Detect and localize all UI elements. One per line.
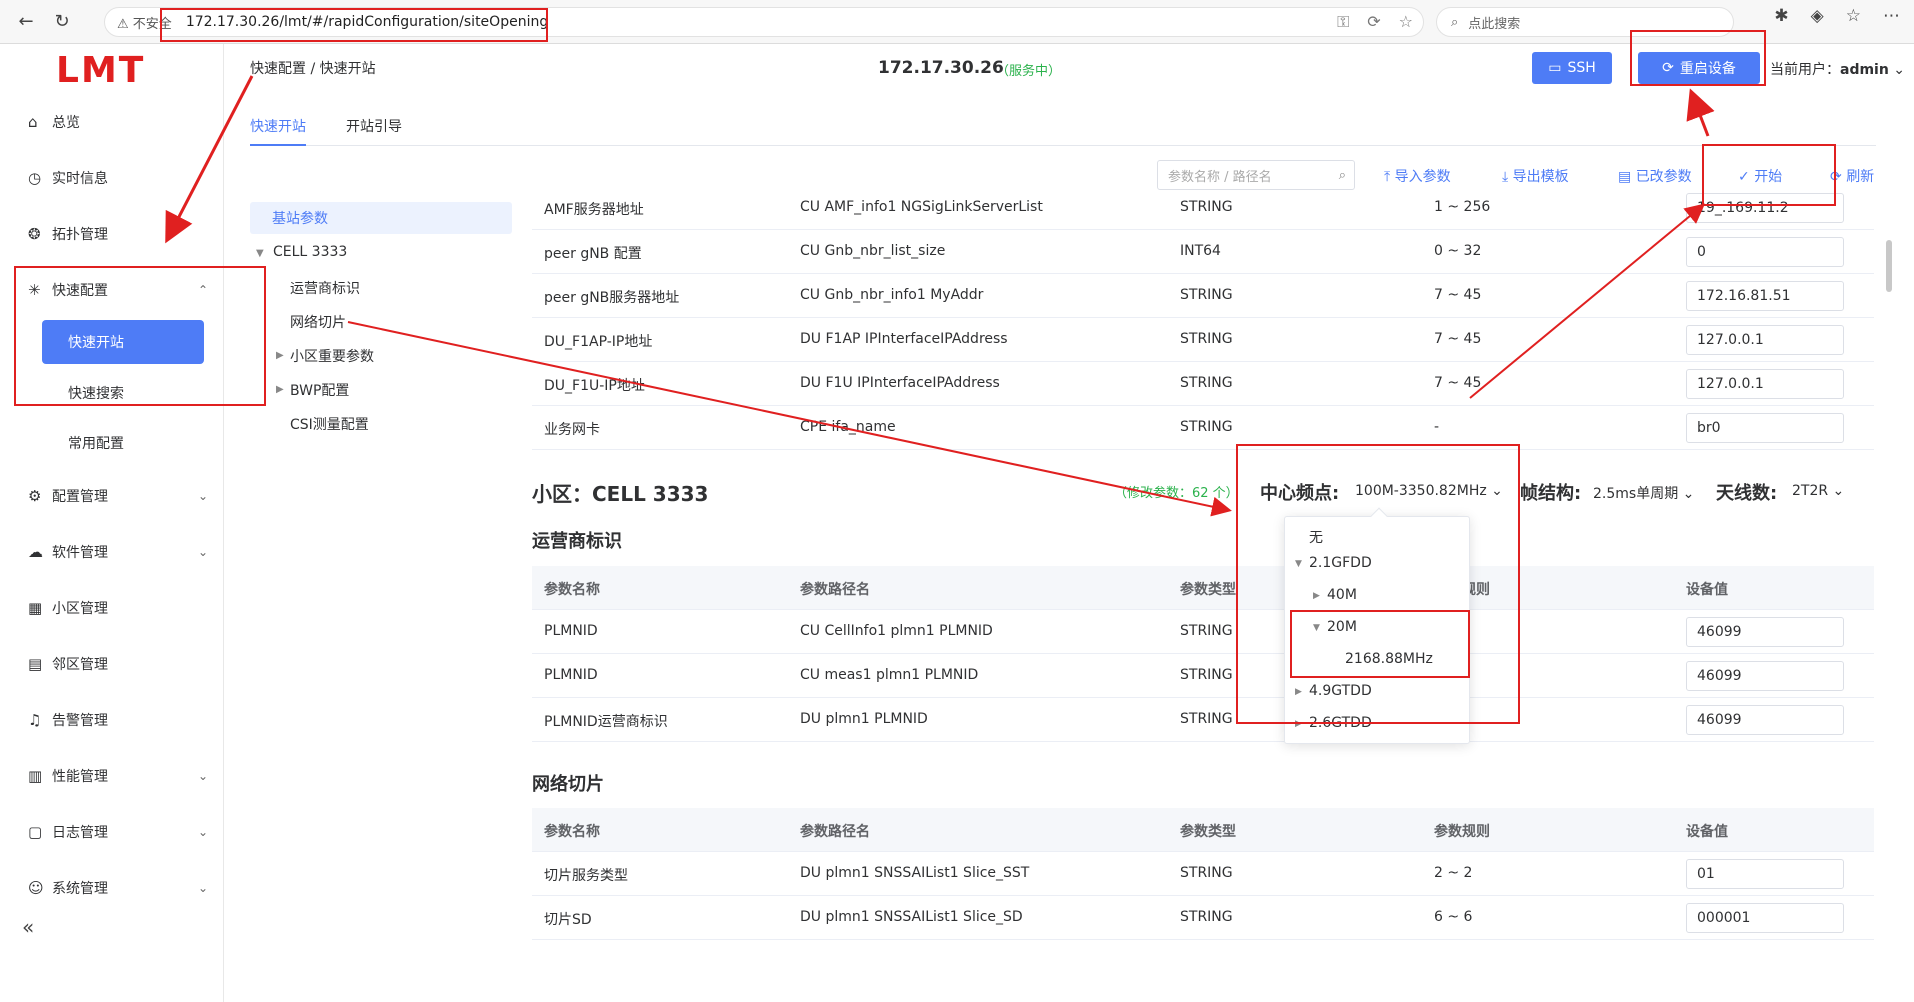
arrow-to-reboot [1686, 88, 1715, 137]
arrow-to-freq [347, 321, 1232, 517]
arrow-to-start [1469, 203, 1706, 399]
annotation-arrows [165, 75, 1715, 517]
arrow-to-sidebar [165, 75, 254, 244]
